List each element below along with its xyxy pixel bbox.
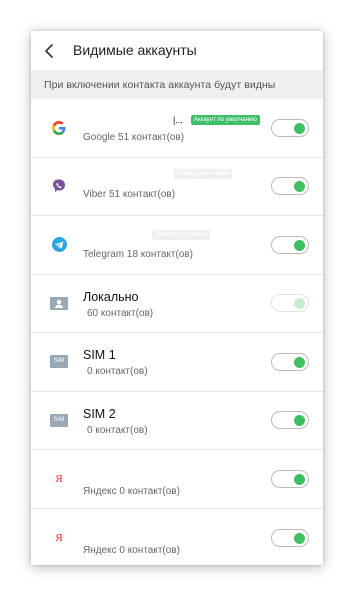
toggle-knob [294, 473, 305, 485]
account-count: 0 контакт(ов) [87, 424, 148, 436]
telegram-visibility-toggle[interactable] [271, 235, 309, 254]
toggle-knob [294, 415, 305, 427]
toggle-knob [294, 298, 305, 310]
account-name: SIM 2 [83, 406, 116, 421]
account-row-yandex-2[interactable]: Я Яндекс 0 контакт(ов) [31, 509, 323, 566]
yandex-1-visibility-toggle[interactable] [271, 469, 309, 488]
page-title: Видимые аккаунты [73, 42, 197, 58]
sim1-visibility-toggle[interactable] [271, 352, 309, 371]
account-row-sim1[interactable]: SIM SIM 1 0 контакт(ов) [31, 333, 323, 392]
sim-icon: SIM [50, 411, 68, 429]
sim2-visibility-toggle[interactable] [271, 411, 309, 430]
toggle-knob [294, 356, 305, 368]
viber-icon [50, 177, 68, 195]
account-count: Яндекс 0 контакт(ов) [83, 486, 180, 497]
default-account-badge: Аккаунт по умолчанию [191, 115, 260, 125]
toggle-knob [294, 122, 305, 134]
account-row-telegram[interactable]: Только для чтения Telegram 18 контакт(ов… [31, 216, 323, 275]
local-visibility-toggle[interactable] [271, 294, 309, 313]
yandex-icon: Я [55, 472, 63, 485]
account-count: Telegram 18 контакт(ов) [83, 249, 194, 260]
google-visibility-toggle[interactable] [271, 118, 309, 137]
account-row-google[interactable]: |... Аккаунт по умолчанию Google 51 конт… [31, 99, 323, 158]
account-count: Яндекс 0 контакт(ов) [83, 544, 180, 556]
telegram-icon [50, 236, 68, 254]
account-name: SIM 1 [83, 348, 116, 362]
account-row-yandex-1[interactable]: Я Яндекс 0 контакт(ов) [31, 450, 323, 509]
section-hint: При включении контакта аккаунта будут ви… [31, 70, 323, 99]
account-count: Viber 51 контакт(ов) [83, 188, 176, 200]
accounts-list: |... Аккаунт по умолчанию Google 51 конт… [31, 99, 323, 565]
account-row-local[interactable]: Локально 60 контакт(ов) [31, 275, 323, 333]
yandex-icon: Я [55, 531, 63, 544]
account-name: Локально [83, 289, 139, 304]
account-count: 0 контакт(ов) [87, 366, 148, 377]
yandex-2-visibility-toggle[interactable] [271, 528, 309, 547]
account-row-sim2[interactable]: SIM SIM 2 0 контакт(ов) [31, 392, 323, 450]
google-account-name: |... [173, 115, 183, 125]
account-count: Google 51 контакт(ов) [83, 132, 185, 143]
read-only-badge: Только для чтения [174, 168, 232, 179]
toggle-knob [294, 239, 305, 251]
app-header: Видимые аккаунты [31, 31, 323, 70]
account-count: 60 контакт(ов) [87, 307, 154, 319]
toggle-knob [294, 181, 305, 193]
sim-icon: SIM [50, 353, 68, 371]
toggle-knob [294, 532, 305, 544]
read-only-badge: Только для чтения [152, 230, 210, 240]
local-contact-icon [50, 294, 68, 312]
back-arrow-icon[interactable] [41, 42, 59, 60]
account-row-viber[interactable]: Только для чтения Viber 51 контакт(ов) [31, 158, 323, 216]
google-icon [50, 119, 68, 137]
viber-visibility-toggle[interactable] [271, 177, 309, 196]
phone-screen: Видимые аккаунты При включении контакта … [31, 31, 323, 565]
